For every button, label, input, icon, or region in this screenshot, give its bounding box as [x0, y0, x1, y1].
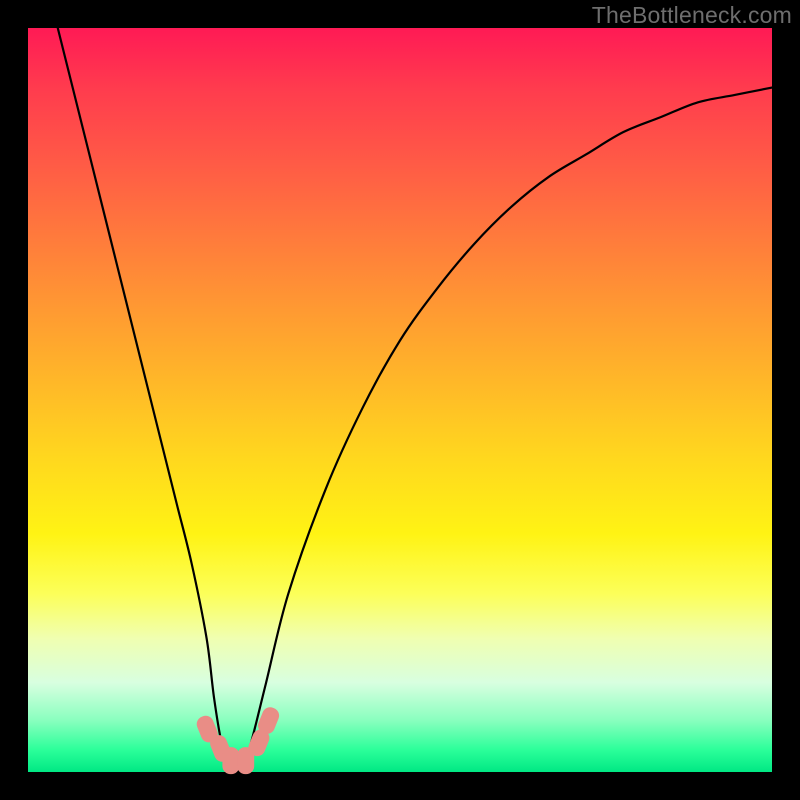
watermark-text: TheBottleneck.com: [592, 2, 792, 29]
plot-area: [28, 28, 772, 772]
bottleneck-curve-line: [58, 28, 772, 772]
curve-marker: [222, 747, 239, 774]
curve-markers: [194, 705, 281, 774]
chart-container: TheBottleneck.com: [0, 0, 800, 800]
chart-svg: [28, 28, 772, 772]
